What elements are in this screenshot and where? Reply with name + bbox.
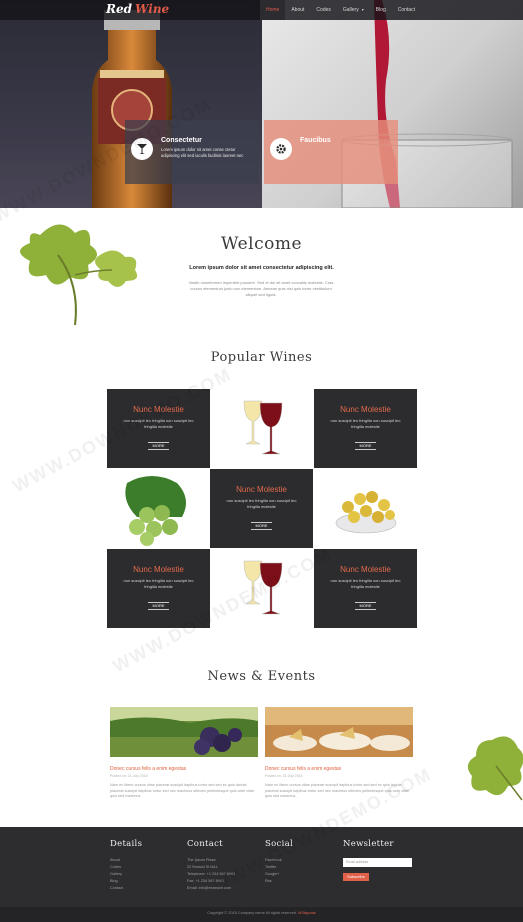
wine-card: Nunc Molestie non suscipit leo fringilla… — [314, 389, 417, 468]
wine-card-title: Nunc Molestie — [133, 565, 184, 574]
more-button[interactable]: MORE — [251, 522, 272, 530]
footer-link[interactable]: Gallery — [110, 871, 123, 878]
chevron-down-icon: ▾ — [361, 7, 364, 12]
hero-left-title: Consectetur — [161, 137, 202, 144]
wine-card-title: Nunc Molestie — [236, 485, 287, 494]
more-button[interactable]: MORE — [148, 602, 169, 610]
subscribe-button[interactable]: Subscribe — [343, 873, 369, 881]
gear-icon — [270, 138, 292, 160]
footer-contact-line: The Ipsum Plaza — [187, 858, 216, 862]
footer-link[interactable]: About — [110, 857, 123, 864]
hero-left-text: Lorem ipsum dolor sit amet conse ctetur … — [161, 147, 244, 158]
wine-card: Nunc Molestie non suscipit leo fringilla… — [210, 469, 313, 548]
wine-card-text: non suscipit leo fringilla non suscipit … — [330, 578, 401, 589]
news-events-title: News & Events — [207, 669, 316, 684]
footer-newsletter-title: Newsletter — [343, 839, 394, 849]
copyright-label: Copyright © 2015 Company name All rights… — [207, 911, 297, 915]
welcome-title: Welcome — [220, 234, 303, 254]
hero-feature-right: Faucibus — [264, 120, 398, 184]
more-button[interactable]: MORE — [355, 602, 376, 610]
footer-link[interactable]: Contact — [110, 885, 123, 892]
grape-leaf-image — [20, 224, 138, 326]
site-logo[interactable]: Red Wine — [106, 2, 169, 16]
welcome-subtitle: Lorem ipsum dolor sit amet consectetur a… — [189, 265, 334, 271]
wine-card-title: Nunc Molestie — [340, 405, 391, 414]
footer-link[interactable]: Codes — [110, 864, 123, 871]
wine-card-text: non suscipit leo fringilla non suscipit … — [330, 418, 401, 429]
news-item-title[interactable]: Donec cursus felis a enim egestas — [265, 766, 341, 772]
nav-contact[interactable]: Contact — [392, 0, 421, 20]
copyright-text: Copyright © 2015 Company name All rights… — [0, 911, 523, 915]
newsletter-email-input[interactable]: Email address — [343, 858, 412, 867]
footer-details-list: About Codes Gallery Blog Contact — [110, 857, 123, 892]
more-button[interactable]: MORE — [355, 442, 376, 450]
footer-social-link[interactable]: Rss — [265, 878, 282, 885]
footer-details-title: Details — [110, 839, 143, 849]
wine-card-title: Nunc Molestie — [340, 565, 391, 574]
news-item-meta: Posted on: 21 July 2015 — [110, 774, 148, 778]
green-grapes-image — [107, 469, 210, 548]
footer-social-link[interactable]: Google+ — [265, 871, 282, 878]
nav-codes[interactable]: Codes — [310, 0, 336, 20]
footer-link[interactable]: Blog — [110, 878, 123, 885]
nav-home[interactable]: Home — [260, 0, 286, 20]
grape-leaf-image — [467, 736, 523, 801]
page: Red Wine Home About Codes Gallery ▾ Blog C… — [0, 0, 523, 922]
popular-wines-title: Popular Wines — [210, 350, 313, 365]
wine-glasses-image — [210, 389, 313, 468]
restaurant-image[interactable] — [265, 707, 413, 757]
nav-gallery-label: Gallery — [342, 7, 359, 13]
logo-word-red: Red — [106, 2, 132, 16]
wine-card-text: non suscipit leo fringilla non suscipit … — [226, 498, 297, 509]
nav-gallery[interactable]: Gallery ▾ — [337, 0, 370, 20]
news-item-title[interactable]: Donec cursus felis a enim egestas — [110, 766, 186, 772]
logo-word-wine: Wine — [135, 2, 170, 16]
news-item-text: Nam ex libero cursus vitae placerat susc… — [110, 783, 255, 798]
news-item-meta: Posted on: 21 July 2015 — [265, 774, 303, 778]
vineyard-image[interactable] — [110, 707, 258, 757]
hero-right-title: Faucibus — [300, 137, 331, 144]
footer-contact-title: Contact — [187, 839, 223, 849]
main-nav: Home About Codes Gallery ▾ Blog Contact — [260, 0, 421, 20]
top-navbar: Red Wine Home About Codes Gallery ▾ Blog C… — [0, 0, 523, 20]
copyright-brand-link[interactable]: W3layouts — [298, 911, 316, 915]
nav-about[interactable]: About — [285, 0, 310, 20]
golden-grapes-image — [314, 469, 417, 548]
copyright-bar: Copyright © 2015 Company name All rights… — [0, 907, 523, 922]
nav-blog[interactable]: Blog — [370, 0, 392, 20]
welcome-text: Vestib ulumfermen imperdiet posuere. Sed… — [188, 280, 334, 297]
more-button[interactable]: MORE — [148, 442, 169, 450]
wine-card-text: non suscipit leo fringilla non suscipit … — [123, 578, 194, 589]
